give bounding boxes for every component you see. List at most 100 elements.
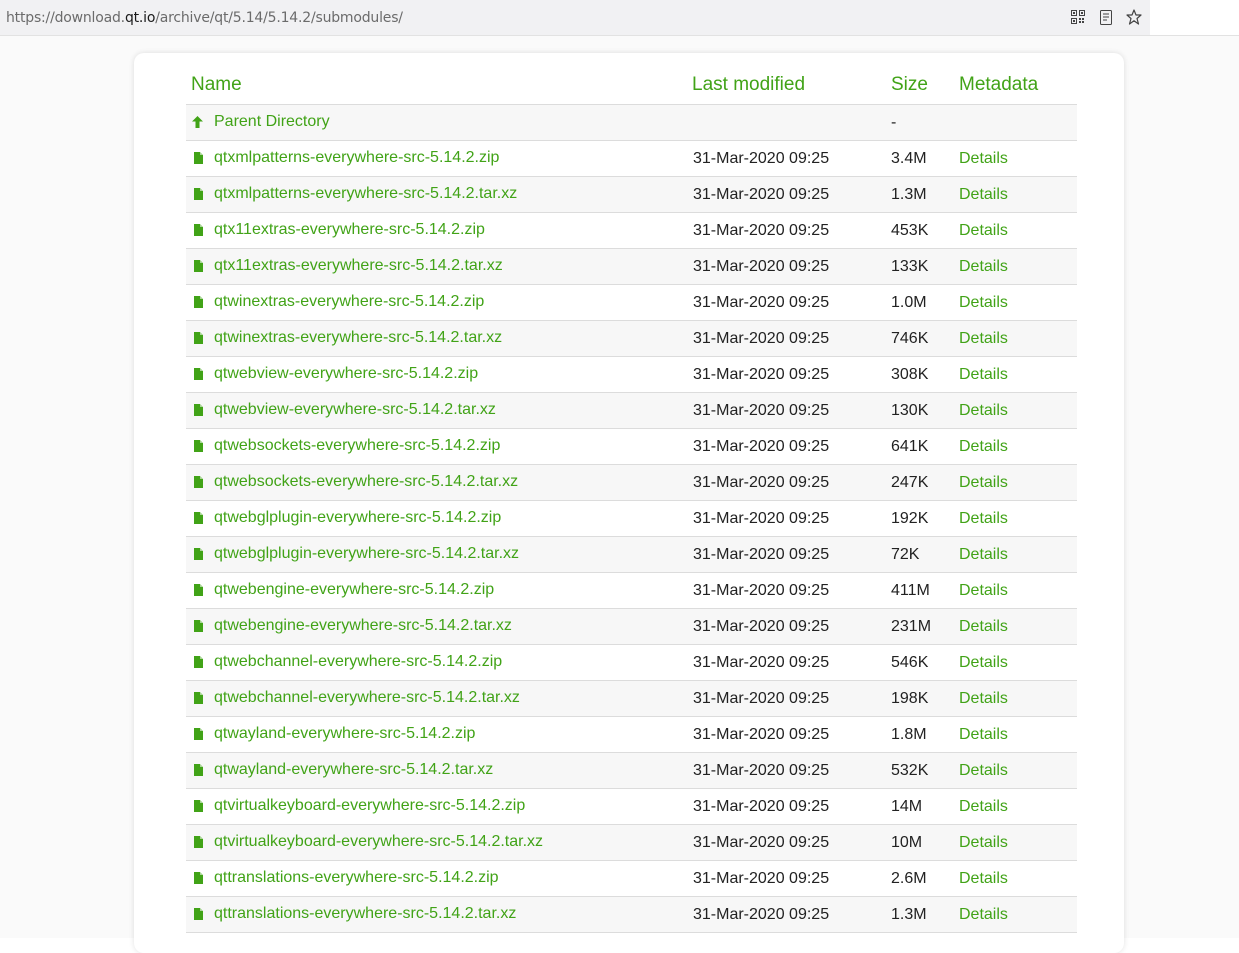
metadata-cell: Details <box>959 284 1077 321</box>
details-link[interactable]: Details <box>959 222 1008 239</box>
metadata-cell: Details <box>959 716 1077 753</box>
details-link[interactable]: Details <box>959 834 1008 851</box>
file-icon <box>194 548 203 560</box>
details-link[interactable]: Details <box>959 150 1008 167</box>
details-link[interactable]: Details <box>959 906 1008 923</box>
file-link[interactable]: qtwinextras-everywhere-src-5.14.2.zip <box>214 293 484 311</box>
file-icon <box>194 188 203 200</box>
file-icon <box>194 476 203 488</box>
file-link[interactable]: qtwebengine-everywhere-src-5.14.2.tar.xz <box>214 617 512 635</box>
table-row: qttranslations-everywhere-src-5.14.2.zip… <box>186 860 1077 897</box>
last-modified-cell: 31-Mar-2020 09:25 <box>692 608 891 645</box>
details-link[interactable]: Details <box>959 762 1008 779</box>
file-icon <box>194 620 203 632</box>
file-link[interactable]: qtwebchannel-everywhere-src-5.14.2.zip <box>214 653 502 671</box>
file-link[interactable]: qtx11extras-everywhere-src-5.14.2.zip <box>214 221 485 239</box>
last-modified-cell: 31-Mar-2020 09:25 <box>692 356 891 393</box>
file-link[interactable]: qtwebchannel-everywhere-src-5.14.2.tar.x… <box>214 689 520 707</box>
file-link[interactable]: qtxmlpatterns-everywhere-src-5.14.2.zip <box>214 149 499 167</box>
header-metadata[interactable]: Metadata <box>959 66 1077 105</box>
file-link[interactable]: qtvirtualkeyboard-everywhere-src-5.14.2.… <box>214 797 525 815</box>
details-link[interactable]: Details <box>959 726 1008 743</box>
last-modified-cell: 31-Mar-2020 09:25 <box>692 212 891 249</box>
details-link[interactable]: Details <box>959 258 1008 275</box>
file-icon <box>194 836 203 848</box>
file-link[interactable]: qtx11extras-everywhere-src-5.14.2.tar.xz <box>214 257 503 275</box>
metadata-cell: Details <box>959 896 1077 933</box>
table-row: qtxmlpatterns-everywhere-src-5.14.2.zip 3… <box>186 140 1077 177</box>
file-link[interactable]: qtwebview-everywhere-src-5.14.2.zip <box>214 365 478 383</box>
details-link[interactable]: Details <box>959 402 1008 419</box>
size-cell: 130K <box>891 392 959 429</box>
size-cell: 247K <box>891 464 959 501</box>
size-cell: 641K <box>891 428 959 465</box>
file-name-cell: qtwinextras-everywhere-src-5.14.2.zip <box>186 284 692 321</box>
header-last-modified[interactable]: Last modified <box>692 66 891 105</box>
details-link[interactable]: Details <box>959 438 1008 455</box>
header-name[interactable]: Name <box>186 66 692 105</box>
metadata-cell: Details <box>959 392 1077 429</box>
file-link[interactable]: qtwayland-everywhere-src-5.14.2.tar.xz <box>214 761 493 779</box>
details-link[interactable]: Details <box>959 798 1008 815</box>
last-modified-cell: 31-Mar-2020 09:25 <box>692 680 891 717</box>
file-link[interactable]: qtwebglplugin-everywhere-src-5.14.2.tar.… <box>214 545 519 563</box>
size-cell: 746K <box>891 320 959 357</box>
file-name-cell: qtvirtualkeyboard-everywhere-src-5.14.2.… <box>186 788 692 825</box>
file-icon <box>194 656 203 668</box>
table-row: qtvirtualkeyboard-everywhere-src-5.14.2.… <box>186 824 1077 861</box>
reader-mode-icon[interactable] <box>1098 9 1114 25</box>
parent-meta-cell <box>959 104 1077 141</box>
table-row: qtxmlpatterns-everywhere-src-5.14.2.tar.… <box>186 176 1077 213</box>
size-cell: 453K <box>891 212 959 249</box>
metadata-cell: Details <box>959 356 1077 393</box>
file-link[interactable]: qtwayland-everywhere-src-5.14.2.zip <box>214 725 475 743</box>
metadata-cell: Details <box>959 248 1077 285</box>
table-row: qtwebglplugin-everywhere-src-5.14.2.zip 3… <box>186 500 1077 537</box>
file-link[interactable]: qtwebsockets-everywhere-src-5.14.2.zip <box>214 437 500 455</box>
file-link[interactable]: qtwinextras-everywhere-src-5.14.2.tar.xz <box>214 329 502 347</box>
table-row: qtvirtualkeyboard-everywhere-src-5.14.2.… <box>186 788 1077 825</box>
details-link[interactable]: Details <box>959 186 1008 203</box>
details-link[interactable]: Details <box>959 330 1008 347</box>
details-link[interactable]: Details <box>959 294 1008 311</box>
file-name-cell: qtxmlpatterns-everywhere-src-5.14.2.zip <box>186 140 692 177</box>
details-link[interactable]: Details <box>959 474 1008 491</box>
details-link[interactable]: Details <box>959 654 1008 671</box>
table-header-row: Name Last modified Size Metadata <box>186 66 1077 105</box>
details-link[interactable]: Details <box>959 366 1008 383</box>
header-size[interactable]: Size <box>891 66 959 105</box>
file-link[interactable]: qtxmlpatterns-everywhere-src-5.14.2.tar.… <box>214 185 517 203</box>
last-modified-cell: 31-Mar-2020 09:25 <box>692 752 891 789</box>
file-link[interactable]: qtwebview-everywhere-src-5.14.2.tar.xz <box>214 401 496 419</box>
details-link[interactable]: Details <box>959 510 1008 527</box>
file-link[interactable]: qtvirtualkeyboard-everywhere-src-5.14.2.… <box>214 833 543 851</box>
bookmark-star-icon[interactable] <box>1126 9 1142 25</box>
file-link[interactable]: qtwebglplugin-everywhere-src-5.14.2.zip <box>214 509 501 527</box>
last-modified-cell: 31-Mar-2020 09:25 <box>692 860 891 897</box>
file-icon <box>194 440 203 452</box>
details-link[interactable]: Details <box>959 870 1008 887</box>
file-name-cell: qtwebglplugin-everywhere-src-5.14.2.zip <box>186 500 692 537</box>
toolbar-extension-area <box>1126 0 1239 36</box>
table-row: qtwebview-everywhere-src-5.14.2.tar.xz 31… <box>186 392 1077 429</box>
file-icon <box>194 368 203 380</box>
size-cell: 532K <box>891 752 959 789</box>
file-name-cell: qtxmlpatterns-everywhere-src-5.14.2.tar.… <box>186 176 692 213</box>
file-link[interactable]: qttranslations-everywhere-src-5.14.2.zip <box>214 869 499 887</box>
table-row: qtwebchannel-everywhere-src-5.14.2.tar.x… <box>186 680 1077 717</box>
file-link[interactable]: qttranslations-everywhere-src-5.14.2.tar… <box>214 905 516 923</box>
metadata-cell: Details <box>959 608 1077 645</box>
size-cell: 231M <box>891 608 959 645</box>
details-link[interactable]: Details <box>959 582 1008 599</box>
url-text[interactable]: https://download.qt.io/archive/qt/5.14/5… <box>6 10 403 26</box>
details-link[interactable]: Details <box>959 546 1008 563</box>
last-modified-cell: 31-Mar-2020 09:25 <box>692 140 891 177</box>
parent-directory-link[interactable]: Parent Directory <box>214 113 330 131</box>
file-link[interactable]: qtwebsockets-everywhere-src-5.14.2.tar.x… <box>214 473 518 491</box>
size-cell: 1.3M <box>891 176 959 213</box>
file-link[interactable]: qtwebengine-everywhere-src-5.14.2.zip <box>214 581 494 599</box>
details-link[interactable]: Details <box>959 690 1008 707</box>
address-bar[interactable]: https://download.qt.io/archive/qt/5.14/5… <box>0 0 1150 36</box>
qr-code-icon[interactable] <box>1070 9 1086 25</box>
details-link[interactable]: Details <box>959 618 1008 635</box>
